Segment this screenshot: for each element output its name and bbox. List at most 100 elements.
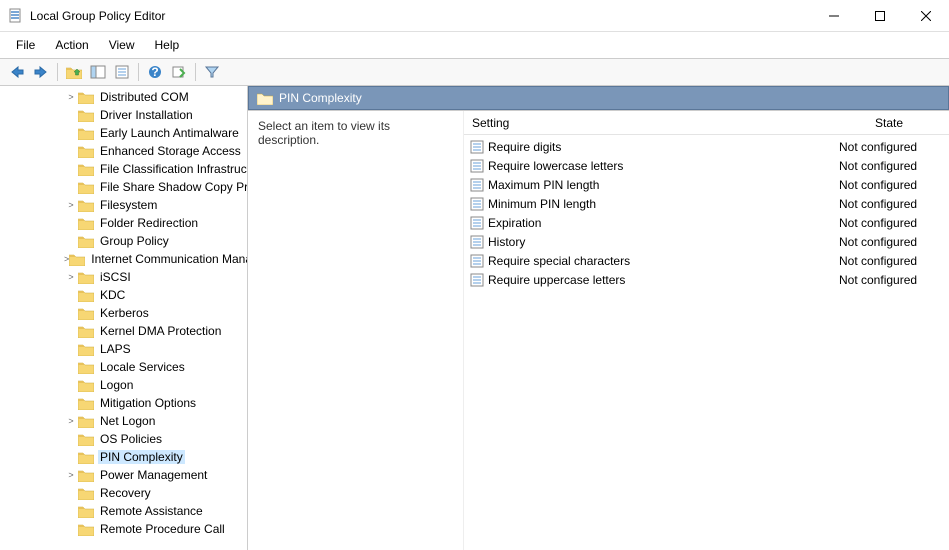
nav-back-button[interactable]	[6, 61, 28, 83]
tree-item[interactable]: OS Policies	[0, 430, 247, 448]
folder-icon	[78, 198, 94, 212]
list-rows: Require digitsNot configuredRequire lowe…	[464, 135, 949, 550]
tree-item-label: File Classification Infrastructure	[98, 162, 248, 176]
tree-item[interactable]: >iSCSI	[0, 268, 247, 286]
up-level-button[interactable]	[63, 61, 85, 83]
settings-list: Setting State Require digitsNot configur…	[464, 111, 949, 550]
column-header-setting[interactable]: Setting	[464, 116, 829, 130]
setting-row[interactable]: Maximum PIN lengthNot configured	[464, 175, 949, 194]
tree-item[interactable]: Remote Procedure Call	[0, 520, 247, 538]
help-button[interactable]: ?	[144, 61, 166, 83]
folder-icon	[78, 360, 94, 374]
setting-row[interactable]: Minimum PIN lengthNot configured	[464, 194, 949, 213]
tree-item[interactable]: >Internet Communication Management	[0, 250, 247, 268]
tree-item[interactable]: >Distributed COM	[0, 88, 247, 106]
tree-item[interactable]: Early Launch Antimalware	[0, 124, 247, 142]
tree-item-label: Group Policy	[98, 234, 171, 248]
tree-item[interactable]: Recovery	[0, 484, 247, 502]
setting-cell: Require special characters	[464, 254, 829, 268]
tree-item[interactable]: Folder Redirection	[0, 214, 247, 232]
maximize-button[interactable]	[857, 0, 903, 31]
show-hide-tree-button[interactable]	[87, 61, 109, 83]
setting-row[interactable]: HistoryNot configured	[464, 232, 949, 251]
folder-icon	[78, 378, 94, 392]
chevron-right-icon[interactable]: >	[64, 470, 78, 480]
tree-item-label: Logon	[98, 378, 135, 392]
tree-item-label: LAPS	[98, 342, 133, 356]
setting-row[interactable]: Require digitsNot configured	[464, 137, 949, 156]
tree-item-label: Mitigation Options	[98, 396, 198, 410]
chevron-right-icon[interactable]: >	[64, 416, 78, 426]
menu-bar: File Action View Help	[0, 32, 949, 58]
setting-row[interactable]: Require uppercase lettersNot configured	[464, 270, 949, 289]
setting-row[interactable]: Require special charactersNot configured	[464, 251, 949, 270]
setting-cell: Minimum PIN length	[464, 197, 829, 211]
window-title: Local Group Policy Editor	[30, 9, 811, 23]
tree-item-label: Driver Installation	[98, 108, 195, 122]
tree-item-label: Kernel DMA Protection	[98, 324, 223, 338]
window-controls	[811, 0, 949, 31]
toolbar-separator	[138, 63, 139, 81]
setting-cell: Require digits	[464, 140, 829, 154]
tree-item[interactable]: Logon	[0, 376, 247, 394]
tree-item[interactable]: > Power Management	[0, 466, 247, 484]
tree-item[interactable]: Kerberos	[0, 304, 247, 322]
tree-pane[interactable]: >Distributed COM Driver Installation Early…	[0, 86, 248, 550]
tree-item-label: Power Management	[98, 468, 209, 482]
tree-item-label: Folder Redirection	[98, 216, 200, 230]
column-header-state[interactable]: State	[829, 116, 949, 130]
tree-item-label: KDC	[98, 288, 127, 302]
setting-state: Not configured	[829, 273, 949, 287]
folder-icon	[78, 396, 94, 410]
policy-setting-icon	[470, 273, 484, 287]
tree-item-label: Net Logon	[98, 414, 157, 428]
detail-body: Select an item to view its description. …	[248, 110, 949, 550]
setting-state: Not configured	[829, 140, 949, 154]
tree-item-label: Remote Assistance	[98, 504, 205, 518]
content-area: >Distributed COM Driver Installation Early…	[0, 86, 949, 550]
setting-state: Not configured	[829, 178, 949, 192]
setting-row[interactable]: Require lowercase lettersNot configured	[464, 156, 949, 175]
minimize-button[interactable]	[811, 0, 857, 31]
folder-icon	[69, 252, 85, 266]
setting-cell: Require lowercase letters	[464, 159, 829, 173]
tree-item[interactable]: >Filesystem	[0, 196, 247, 214]
setting-cell: Maximum PIN length	[464, 178, 829, 192]
tree-item[interactable]: Locale Services	[0, 358, 247, 376]
tree-item[interactable]: LAPS	[0, 340, 247, 358]
close-button[interactable]	[903, 0, 949, 31]
tree-item[interactable]: PIN Complexity	[0, 448, 247, 466]
filter-button[interactable]	[201, 61, 223, 83]
folder-icon	[78, 324, 94, 338]
setting-state: Not configured	[829, 159, 949, 173]
detail-header: PIN Complexity	[248, 86, 949, 110]
tree-item[interactable]: Remote Assistance	[0, 502, 247, 520]
setting-cell: History	[464, 235, 829, 249]
tree-item[interactable]: Mitigation Options	[0, 394, 247, 412]
setting-state: Not configured	[829, 216, 949, 230]
tree-item[interactable]: > Net Logon	[0, 412, 247, 430]
tree-item[interactable]: Kernel DMA Protection	[0, 322, 247, 340]
folder-icon	[78, 180, 94, 194]
title-bar: Local Group Policy Editor	[0, 0, 949, 32]
nav-forward-button[interactable]	[30, 61, 52, 83]
menu-action[interactable]: Action	[47, 34, 96, 56]
tree-item[interactable]: Driver Installation	[0, 106, 247, 124]
menu-view[interactable]: View	[101, 34, 143, 56]
tree-item[interactable]: File Classification Infrastructure	[0, 160, 247, 178]
setting-row[interactable]: ExpirationNot configured	[464, 213, 949, 232]
app-icon	[8, 8, 24, 24]
tree-item[interactable]: Group Policy	[0, 232, 247, 250]
chevron-right-icon[interactable]: >	[64, 272, 78, 282]
tree-item-label: Internet Communication Management	[89, 252, 248, 266]
menu-help[interactable]: Help	[147, 34, 188, 56]
chevron-right-icon[interactable]: >	[64, 92, 78, 102]
chevron-right-icon[interactable]: >	[64, 200, 78, 210]
properties-button[interactable]	[111, 61, 133, 83]
menu-file[interactable]: File	[8, 34, 43, 56]
tree-item[interactable]: KDC	[0, 286, 247, 304]
export-button[interactable]	[168, 61, 190, 83]
policy-setting-icon	[470, 216, 484, 230]
tree-item[interactable]: Enhanced Storage Access	[0, 142, 247, 160]
tree-item[interactable]: File Share Shadow Copy Provider	[0, 178, 247, 196]
